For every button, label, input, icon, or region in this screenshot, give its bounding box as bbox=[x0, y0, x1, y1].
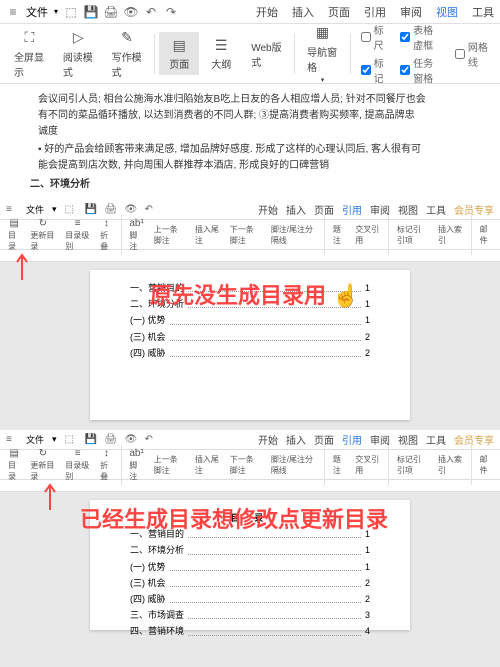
webview-button[interactable]: Web版式 bbox=[243, 35, 290, 73]
nav-icon: ▦ bbox=[313, 24, 331, 42]
navpane-button[interactable]: ▦导航窗格▾ bbox=[299, 20, 346, 88]
menu-icon[interactable]: ≡ bbox=[6, 204, 18, 216]
menu-icon[interactable]: ≡ bbox=[6, 5, 20, 19]
main-tabs: 开始 插入 页面 引用 审阅 视图 工具 bbox=[256, 0, 494, 24]
collapse-button[interactable]: ↕折叠 bbox=[96, 216, 116, 254]
tab-start[interactable]: 开始 bbox=[256, 4, 278, 20]
mini-ribbon-1: ▤目录 ↻更新目录 ≡目录级别 ↕折叠 ab¹脚注 上一条脚注 插入尾注 下一条… bbox=[0, 220, 500, 250]
save-icon[interactable]: 💾 bbox=[84, 5, 98, 19]
insert-index-button[interactable]: 插入索引 bbox=[434, 222, 467, 248]
file-menu[interactable]: 文件 bbox=[26, 4, 48, 20]
writemode-button[interactable]: ✎写作模式 bbox=[104, 25, 151, 83]
chevron-down-icon[interactable]: ▾ bbox=[54, 7, 58, 16]
separator bbox=[294, 34, 295, 74]
gridlines-check[interactable]: 网格线 bbox=[455, 39, 488, 69]
document-body[interactable]: 会议间引人员; 相台公施海水准归陷始友B吃上日友的各人相应增人员; 针对不同餐厅… bbox=[0, 84, 500, 190]
mail-button[interactable]: 邮件 bbox=[476, 222, 496, 248]
edit-icon: ✎ bbox=[118, 29, 136, 47]
fullscreen-button[interactable]: ⛶全屏显示 bbox=[6, 25, 53, 83]
mark-cite-button[interactable]: 标记引引项 bbox=[393, 222, 432, 248]
outline-button[interactable]: ☰大纲 bbox=[201, 32, 241, 75]
endnote-button[interactable]: 插入尾注 bbox=[191, 222, 224, 248]
tab-ref[interactable]: 引用 bbox=[364, 4, 386, 20]
taskpane-check[interactable]: 任务窗格 bbox=[400, 55, 441, 85]
tab-ref-active[interactable]: 引用 bbox=[342, 202, 362, 217]
pageview-button[interactable]: ▤页面 bbox=[159, 32, 199, 75]
update-toc-button-2[interactable]: ↻更新目录 bbox=[26, 446, 59, 484]
fullscreen-icon: ⛶ bbox=[20, 29, 38, 47]
separator bbox=[154, 34, 155, 74]
markup-check[interactable]: 标记 bbox=[361, 55, 386, 85]
caption-button[interactable]: 题注 bbox=[329, 222, 349, 248]
play-icon: ▷ bbox=[69, 29, 87, 47]
red-arrow-1 bbox=[12, 252, 32, 282]
crossref-button[interactable]: 交叉引用 bbox=[351, 222, 384, 248]
tab-insert[interactable]: 插入 bbox=[292, 4, 314, 20]
red-arrow-2 bbox=[40, 482, 60, 512]
tab-review[interactable]: 审阅 bbox=[400, 4, 422, 20]
outline-icon: ☰ bbox=[212, 36, 230, 54]
new-icon[interactable]: ⬚ bbox=[64, 5, 78, 19]
fn-sep-button[interactable]: 脚注/尾注分隔线 bbox=[267, 222, 320, 248]
annotation-2: 已经生成目录想修改点更新目录 bbox=[80, 502, 388, 534]
page-icon: ▤ bbox=[170, 36, 188, 54]
ruler-check[interactable]: 标尺 bbox=[361, 22, 386, 52]
gridview-check[interactable]: 表格虚框 bbox=[400, 22, 441, 52]
mini-ribbon-2: ▤目录 ↻更新目录 ≡目录级别 ↕折叠 ab¹脚注 上一条脚注 插入尾注 下一条… bbox=[0, 450, 500, 480]
tab-page[interactable]: 页面 bbox=[328, 4, 350, 20]
tab-tools[interactable]: 工具 bbox=[472, 4, 494, 20]
print-icon[interactable]: 🖨 bbox=[104, 5, 118, 19]
ribbon: ⛶全屏显示 ▷阅读模式 ✎写作模式 ▤页面 ☰大纲 Web版式 ▦导航窗格▾ 标… bbox=[0, 24, 500, 84]
tab-view[interactable]: 视图 bbox=[436, 4, 458, 20]
next-fn-button[interactable]: 下一条脚注 bbox=[226, 222, 265, 248]
redo-icon[interactable]: ↷ bbox=[164, 5, 178, 19]
footnote-button[interactable]: ab¹脚注 bbox=[125, 216, 147, 254]
heading-2: 二、环境分析 bbox=[30, 177, 470, 190]
separator bbox=[350, 34, 351, 74]
undo-icon[interactable]: ↶ bbox=[144, 5, 158, 19]
prev-fn-button[interactable]: 上一条脚注 bbox=[150, 222, 189, 248]
preview-icon[interactable]: 👁 bbox=[124, 5, 138, 19]
readmode-button[interactable]: ▷阅读模式 bbox=[55, 25, 102, 83]
annotation-1: 原先没生成目录用 ☝ bbox=[150, 278, 360, 310]
title-bar: ≡ 文件 ▾ ⬚ 💾 🖨 👁 ↶ ↷ 开始 插入 页面 引用 审阅 视图 工具 bbox=[0, 0, 500, 24]
toc-level-button[interactable]: ≡目录级别 bbox=[61, 216, 94, 254]
file-menu[interactable]: 文件 bbox=[26, 203, 44, 216]
toc-button[interactable]: ▤目录 bbox=[4, 216, 24, 254]
update-toc-button[interactable]: ↻更新目录 bbox=[26, 216, 59, 254]
vip-tab[interactable]: 会员专享 bbox=[454, 202, 494, 217]
